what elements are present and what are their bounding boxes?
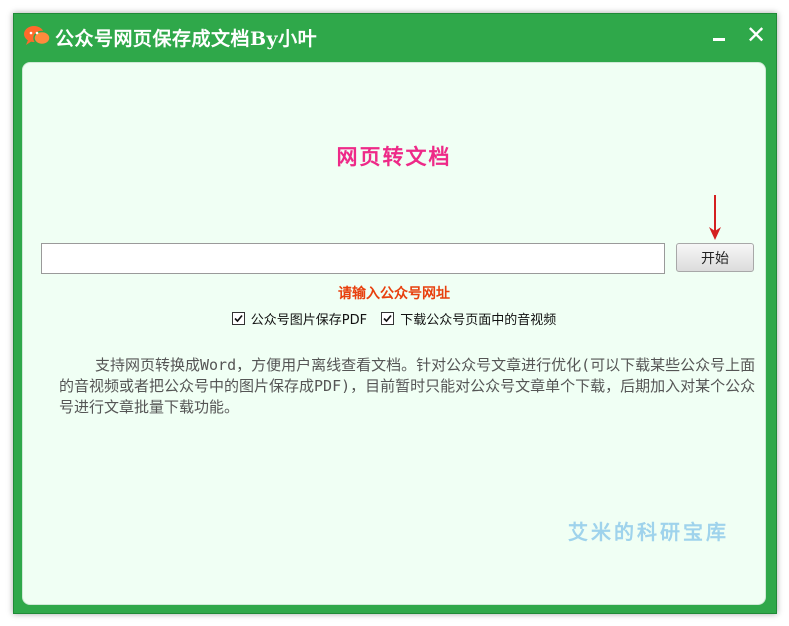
download-media-label: 下载公众号页面中的音视频 [400,313,557,328]
close-button[interactable]: ✕ [741,20,771,50]
watermark-text: 艾米的科研宝库 [568,520,729,544]
option-save-pdf[interactable]: 公众号图片保存PDF [231,309,368,328]
url-hint: 请输入公众号网址 [338,286,450,302]
window-title: 公众号网页保存成文档By小叶 [55,28,318,50]
description-text: 支持网页转换成Word，方便用户离线查看文档。针对公众号文章进行优化(可以下载某… [59,356,756,416]
save-pdf-label: 公众号图片保存PDF [250,313,368,328]
checkmark-icon [383,314,392,323]
title-bar[interactable]: 公众号网页保存成文档By小叶 ✕ [14,14,776,60]
page-title: 网页转文档 [336,144,452,169]
options-row: 公众号图片保存PDF 下载公众号页面中的音视频 [23,309,765,329]
arrow-down-icon [709,195,721,240]
download-media-checkbox[interactable] [381,312,395,325]
client-area: 网页转文档 开始 请输入公众号网址 公众号图片保存PDF 下载公众号页面中的音视… [22,62,766,605]
minimize-icon [713,38,725,41]
app-window: 公众号网页保存成文档By小叶 ✕ 网页转文档 开始 请输入公众号网址 公众号图片… [13,13,777,614]
wechat-icon [24,26,51,46]
checkmark-icon [234,314,243,323]
start-button[interactable]: 开始 [676,243,754,272]
minimize-button[interactable] [704,20,734,50]
url-input[interactable] [41,243,665,274]
option-download-media[interactable]: 下载公众号页面中的音视频 [381,309,556,328]
save-pdf-checkbox[interactable] [231,312,245,325]
